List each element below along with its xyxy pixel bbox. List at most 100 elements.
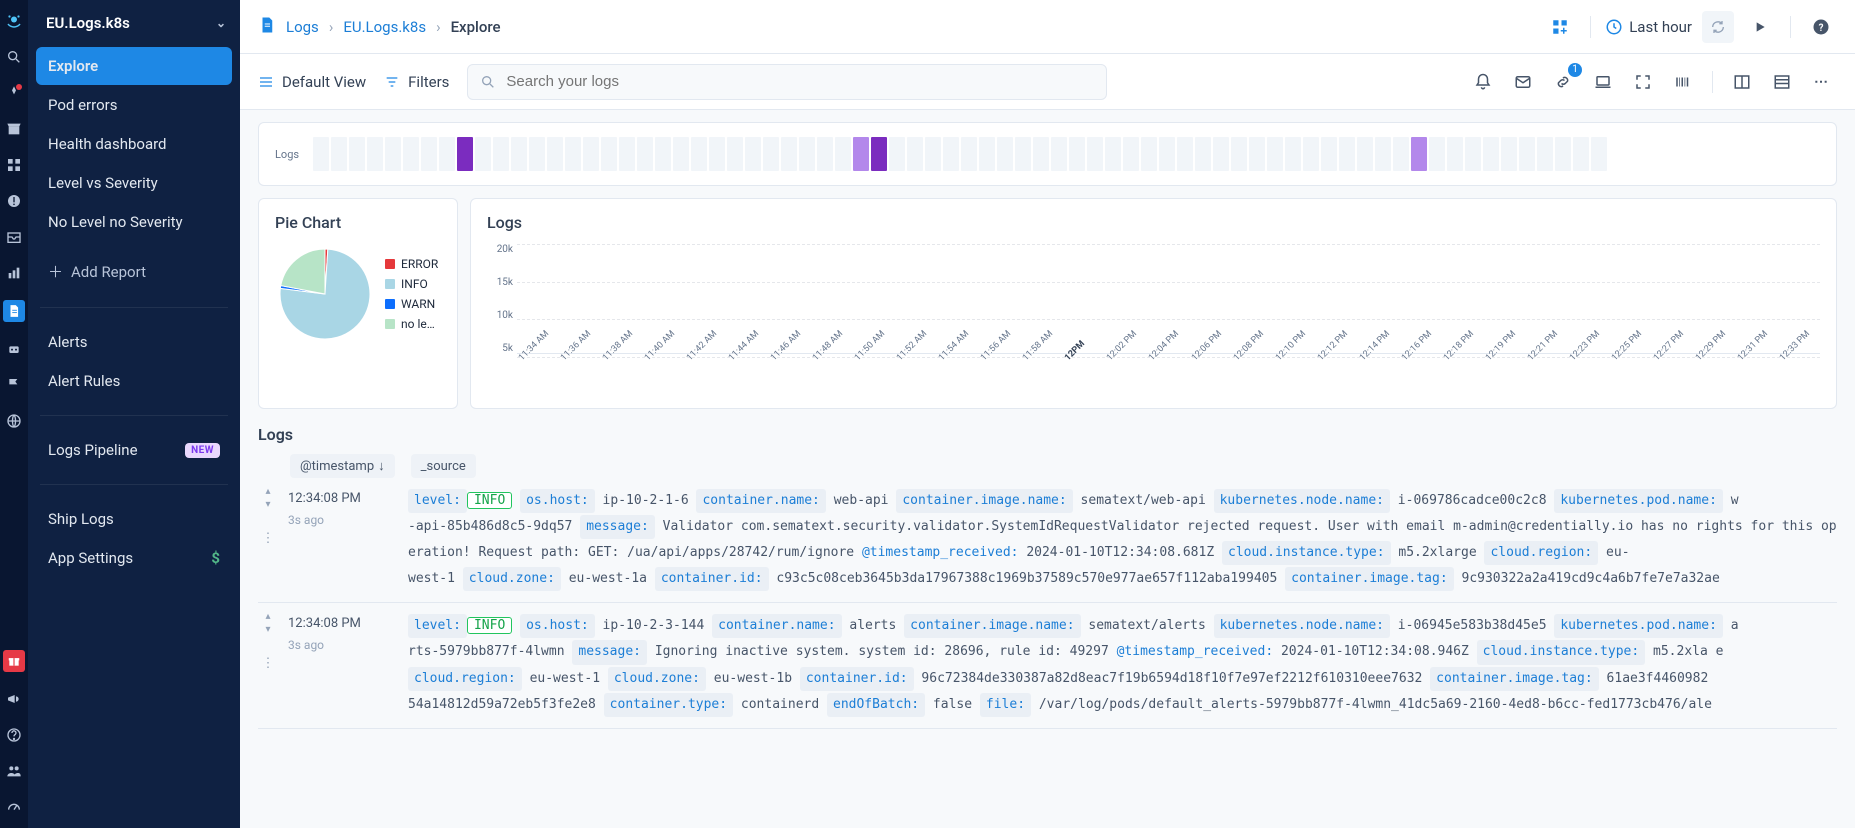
- heatmap-cell[interactable]: [709, 137, 725, 171]
- bell-icon[interactable]: [1468, 67, 1498, 97]
- people-icon[interactable]: [5, 762, 23, 780]
- sidebar-item-alerts[interactable]: Alerts: [36, 323, 232, 361]
- app-selector[interactable]: EU.Logs.k8s ⌄: [28, 0, 240, 42]
- log-source[interactable]: level: INFO os.host: ip-10-2-3-144 conta…: [408, 613, 1837, 717]
- mail-icon[interactable]: [1508, 67, 1538, 97]
- heatmap-cell[interactable]: [817, 137, 833, 171]
- list-view-icon[interactable]: [1767, 67, 1797, 97]
- content-scroll[interactable]: Logs Pie Chart ERRORINFOWARNno le… Logs …: [240, 110, 1855, 828]
- heatmap-cell[interactable]: [1429, 137, 1445, 171]
- heatmap-cell[interactable]: [673, 137, 689, 171]
- heatmap-cell[interactable]: [727, 137, 743, 171]
- heatmap-cell[interactable]: [601, 137, 617, 171]
- search-icon[interactable]: [5, 48, 23, 66]
- heatmap-cell[interactable]: [1195, 137, 1211, 171]
- heatmap-cell[interactable]: [1501, 137, 1517, 171]
- heatmap-cell[interactable]: [763, 137, 779, 171]
- sidebar-item-health-dashboard[interactable]: Health dashboard: [36, 125, 232, 163]
- time-range-selector[interactable]: Last hour: [1605, 18, 1692, 36]
- heatmap-cell[interactable]: [1339, 137, 1355, 171]
- heatmap-cell[interactable]: [979, 137, 995, 171]
- heatmap-cell[interactable]: [1591, 137, 1607, 171]
- default-view-button[interactable]: Default View: [258, 73, 366, 91]
- logs-nav-icon[interactable]: [3, 300, 25, 322]
- legend-item[interactable]: INFO: [385, 277, 438, 291]
- heatmap-cell[interactable]: [889, 137, 905, 171]
- heatmap-cell[interactable]: [493, 137, 509, 171]
- heatmap-cell[interactable]: [1411, 137, 1427, 171]
- heatmap-cell[interactable]: [1105, 137, 1121, 171]
- sidebar-item-ship-logs[interactable]: Ship Logs: [36, 500, 232, 538]
- heatmap-cell[interactable]: [619, 137, 635, 171]
- split-view-icon[interactable]: [1727, 67, 1757, 97]
- barcode-icon[interactable]: [1668, 67, 1698, 97]
- play-button[interactable]: [1744, 11, 1776, 43]
- fullscreen-icon[interactable]: [1628, 67, 1658, 97]
- heatmap-cell[interactable]: [1375, 137, 1391, 171]
- heatmap-cell[interactable]: [349, 137, 365, 171]
- heatmap-cell[interactable]: [835, 137, 851, 171]
- heatmap-cell[interactable]: [1393, 137, 1409, 171]
- inbox-icon[interactable]: [5, 228, 23, 246]
- refresh-button[interactable]: [1702, 11, 1734, 43]
- heatmap-cell[interactable]: [961, 137, 977, 171]
- heatmap-cell[interactable]: [745, 137, 761, 171]
- heatmap-cell[interactable]: [871, 137, 887, 171]
- robot-icon[interactable]: [5, 340, 23, 358]
- row-expand[interactable]: ▴▾ ⋮: [258, 488, 278, 592]
- sidebar-item-logs-pipeline[interactable]: Logs Pipeline NEW: [36, 431, 232, 469]
- heatmap-cell[interactable]: [367, 137, 383, 171]
- heatmap-cell[interactable]: [1159, 137, 1175, 171]
- heatmap-cell[interactable]: [1285, 137, 1301, 171]
- heatmap-cell[interactable]: [547, 137, 563, 171]
- heatmap-cell[interactable]: [781, 137, 797, 171]
- heatmap-cell[interactable]: [1303, 137, 1319, 171]
- heatmap-cell[interactable]: [907, 137, 923, 171]
- log-source[interactable]: level: INFO os.host: ip-10-2-1-6 contain…: [408, 488, 1837, 592]
- heatmap-cell[interactable]: [403, 137, 419, 171]
- heatmap-cell[interactable]: [1447, 137, 1463, 171]
- breadcrumb-app[interactable]: EU.Logs.k8s: [343, 18, 426, 36]
- legend-item[interactable]: WARN: [385, 297, 438, 311]
- sidebar-item-no-level-no-severity[interactable]: No Level no Severity: [36, 203, 232, 241]
- gauge-icon[interactable]: [5, 798, 23, 816]
- search-input[interactable]: [504, 72, 1094, 91]
- heatmap-cell[interactable]: [457, 137, 473, 171]
- heatmap-cell[interactable]: [691, 137, 707, 171]
- heatmap-cell[interactable]: [1357, 137, 1373, 171]
- sidebar-item-explore[interactable]: Explore: [36, 47, 232, 85]
- heatmap-cells[interactable]: [313, 137, 1820, 171]
- heatmap-cell[interactable]: [421, 137, 437, 171]
- heatmap-cell[interactable]: [943, 137, 959, 171]
- legend-item[interactable]: ERROR: [385, 257, 438, 271]
- heatmap-cell[interactable]: [925, 137, 941, 171]
- link-icon[interactable]: 1: [1548, 67, 1578, 97]
- breadcrumb-logs[interactable]: Logs: [286, 18, 319, 36]
- heatmap-cell[interactable]: [1213, 137, 1229, 171]
- col-timestamp[interactable]: @timestamp ↓: [290, 454, 395, 478]
- heatmap-cell[interactable]: [1465, 137, 1481, 171]
- heatmap-cell[interactable]: [1051, 137, 1067, 171]
- heatmap-cell[interactable]: [655, 137, 671, 171]
- rocket-icon[interactable]: [5, 84, 23, 102]
- col-source[interactable]: _source: [411, 454, 476, 478]
- gift-icon[interactable]: [3, 650, 25, 672]
- heatmap-cell[interactable]: [1177, 137, 1193, 171]
- heatmap-cell[interactable]: [511, 137, 527, 171]
- flag-icon[interactable]: [5, 376, 23, 394]
- heatmap-cell[interactable]: [583, 137, 599, 171]
- heatmap-cell[interactable]: [1123, 137, 1139, 171]
- heatmap-cell[interactable]: [1141, 137, 1157, 171]
- heatmap-cell[interactable]: [997, 137, 1013, 171]
- heatmap-cell[interactable]: [1573, 137, 1589, 171]
- heatmap-cell[interactable]: [313, 137, 329, 171]
- alert-icon[interactable]: [5, 192, 23, 210]
- store-icon[interactable]: [5, 120, 23, 138]
- row-menu-icon[interactable]: ⋮: [262, 528, 275, 550]
- grid-icon[interactable]: [5, 156, 23, 174]
- logo-icon[interactable]: [5, 12, 23, 30]
- more-icon[interactable]: ⋯: [1807, 67, 1837, 97]
- heatmap-cell[interactable]: [439, 137, 455, 171]
- globe-icon[interactable]: [5, 412, 23, 430]
- legend-item[interactable]: no le…: [385, 317, 438, 331]
